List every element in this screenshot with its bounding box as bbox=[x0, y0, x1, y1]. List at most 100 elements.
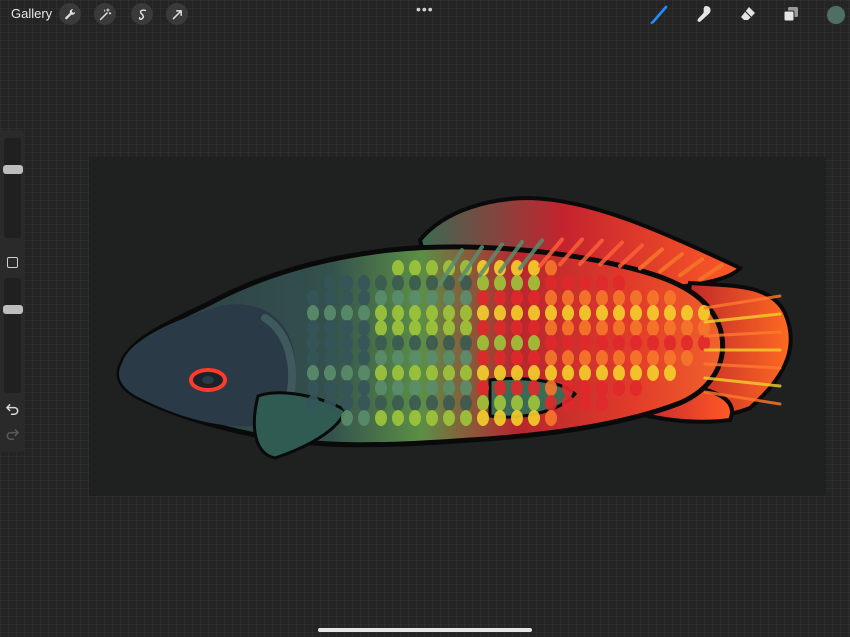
scale bbox=[613, 320, 625, 336]
eraser-icon[interactable] bbox=[738, 4, 758, 24]
scale bbox=[596, 290, 608, 306]
scale bbox=[426, 380, 438, 396]
scale bbox=[630, 380, 642, 396]
scale bbox=[443, 410, 455, 426]
scale bbox=[341, 320, 353, 336]
scale bbox=[477, 335, 489, 351]
scale bbox=[324, 395, 336, 411]
scale bbox=[647, 365, 659, 381]
scale bbox=[562, 305, 574, 321]
scale bbox=[545, 365, 557, 381]
scale bbox=[477, 410, 489, 426]
scale bbox=[307, 320, 319, 336]
scale bbox=[375, 380, 387, 396]
scale bbox=[579, 350, 591, 366]
scale bbox=[647, 305, 659, 321]
scale bbox=[545, 350, 557, 366]
layers-icon[interactable] bbox=[781, 4, 801, 24]
scale bbox=[426, 410, 438, 426]
magic-wand-icon[interactable] bbox=[94, 3, 116, 25]
scale bbox=[443, 365, 455, 381]
scale bbox=[358, 305, 370, 321]
scale bbox=[579, 365, 591, 381]
scale bbox=[460, 380, 472, 396]
wrench-icon[interactable] bbox=[59, 3, 81, 25]
scale bbox=[324, 335, 336, 351]
scale bbox=[562, 290, 574, 306]
scale bbox=[647, 335, 659, 351]
scale bbox=[392, 365, 404, 381]
scale bbox=[477, 290, 489, 306]
scale bbox=[613, 275, 625, 291]
scale bbox=[375, 350, 387, 366]
scale bbox=[443, 320, 455, 336]
brush-sidebar bbox=[0, 130, 25, 452]
scale bbox=[545, 380, 557, 396]
scale bbox=[596, 395, 608, 411]
scale bbox=[324, 380, 336, 396]
scale bbox=[307, 380, 319, 396]
scale bbox=[511, 290, 523, 306]
opacity-slider-handle[interactable] bbox=[3, 304, 23, 314]
scale bbox=[494, 410, 506, 426]
scale bbox=[307, 395, 319, 411]
scale bbox=[375, 320, 387, 336]
scale bbox=[358, 365, 370, 381]
scale bbox=[545, 320, 557, 336]
scale bbox=[477, 305, 489, 321]
scale bbox=[613, 290, 625, 306]
undo-icon[interactable] bbox=[5, 402, 20, 417]
color-picker-button[interactable] bbox=[826, 5, 846, 25]
scale bbox=[477, 380, 489, 396]
brush-size-slider[interactable] bbox=[4, 138, 21, 238]
scale bbox=[528, 305, 540, 321]
scale bbox=[562, 350, 574, 366]
scale bbox=[460, 290, 472, 306]
scale bbox=[307, 350, 319, 366]
scale bbox=[358, 410, 370, 426]
scale bbox=[596, 380, 608, 396]
brush-icon[interactable] bbox=[650, 4, 670, 24]
scale bbox=[647, 290, 659, 306]
scale bbox=[613, 350, 625, 366]
scale bbox=[681, 335, 693, 351]
scale bbox=[341, 335, 353, 351]
home-indicator bbox=[318, 628, 532, 632]
scale bbox=[341, 410, 353, 426]
scale bbox=[324, 365, 336, 381]
more-options-button[interactable]: ••• bbox=[416, 1, 434, 17]
redo-icon[interactable] bbox=[5, 427, 20, 442]
scale bbox=[409, 275, 421, 291]
scale bbox=[613, 380, 625, 396]
scale bbox=[341, 290, 353, 306]
scale bbox=[579, 290, 591, 306]
opacity-slider[interactable] bbox=[4, 278, 21, 393]
smudge-icon[interactable] bbox=[694, 4, 714, 24]
drawing-canvas[interactable] bbox=[90, 158, 825, 495]
scale bbox=[511, 305, 523, 321]
scale bbox=[562, 395, 574, 411]
scale bbox=[375, 275, 387, 291]
scale bbox=[494, 275, 506, 291]
scale bbox=[647, 320, 659, 336]
scale bbox=[392, 290, 404, 306]
selection-icon[interactable] bbox=[131, 3, 153, 25]
scale bbox=[460, 395, 472, 411]
scale bbox=[562, 380, 574, 396]
scale bbox=[511, 275, 523, 291]
scale bbox=[460, 305, 472, 321]
scale bbox=[426, 365, 438, 381]
brush-size-slider-handle[interactable] bbox=[3, 165, 23, 175]
scale bbox=[596, 350, 608, 366]
modifier-button[interactable] bbox=[7, 257, 18, 268]
scale bbox=[664, 365, 676, 381]
scale bbox=[562, 365, 574, 381]
scale bbox=[528, 260, 540, 276]
gallery-button[interactable]: Gallery bbox=[11, 6, 52, 21]
scale bbox=[579, 305, 591, 321]
scale bbox=[375, 410, 387, 426]
scale bbox=[545, 260, 557, 276]
transform-arrow-icon[interactable] bbox=[166, 3, 188, 25]
scale bbox=[613, 335, 625, 351]
scale bbox=[409, 365, 421, 381]
